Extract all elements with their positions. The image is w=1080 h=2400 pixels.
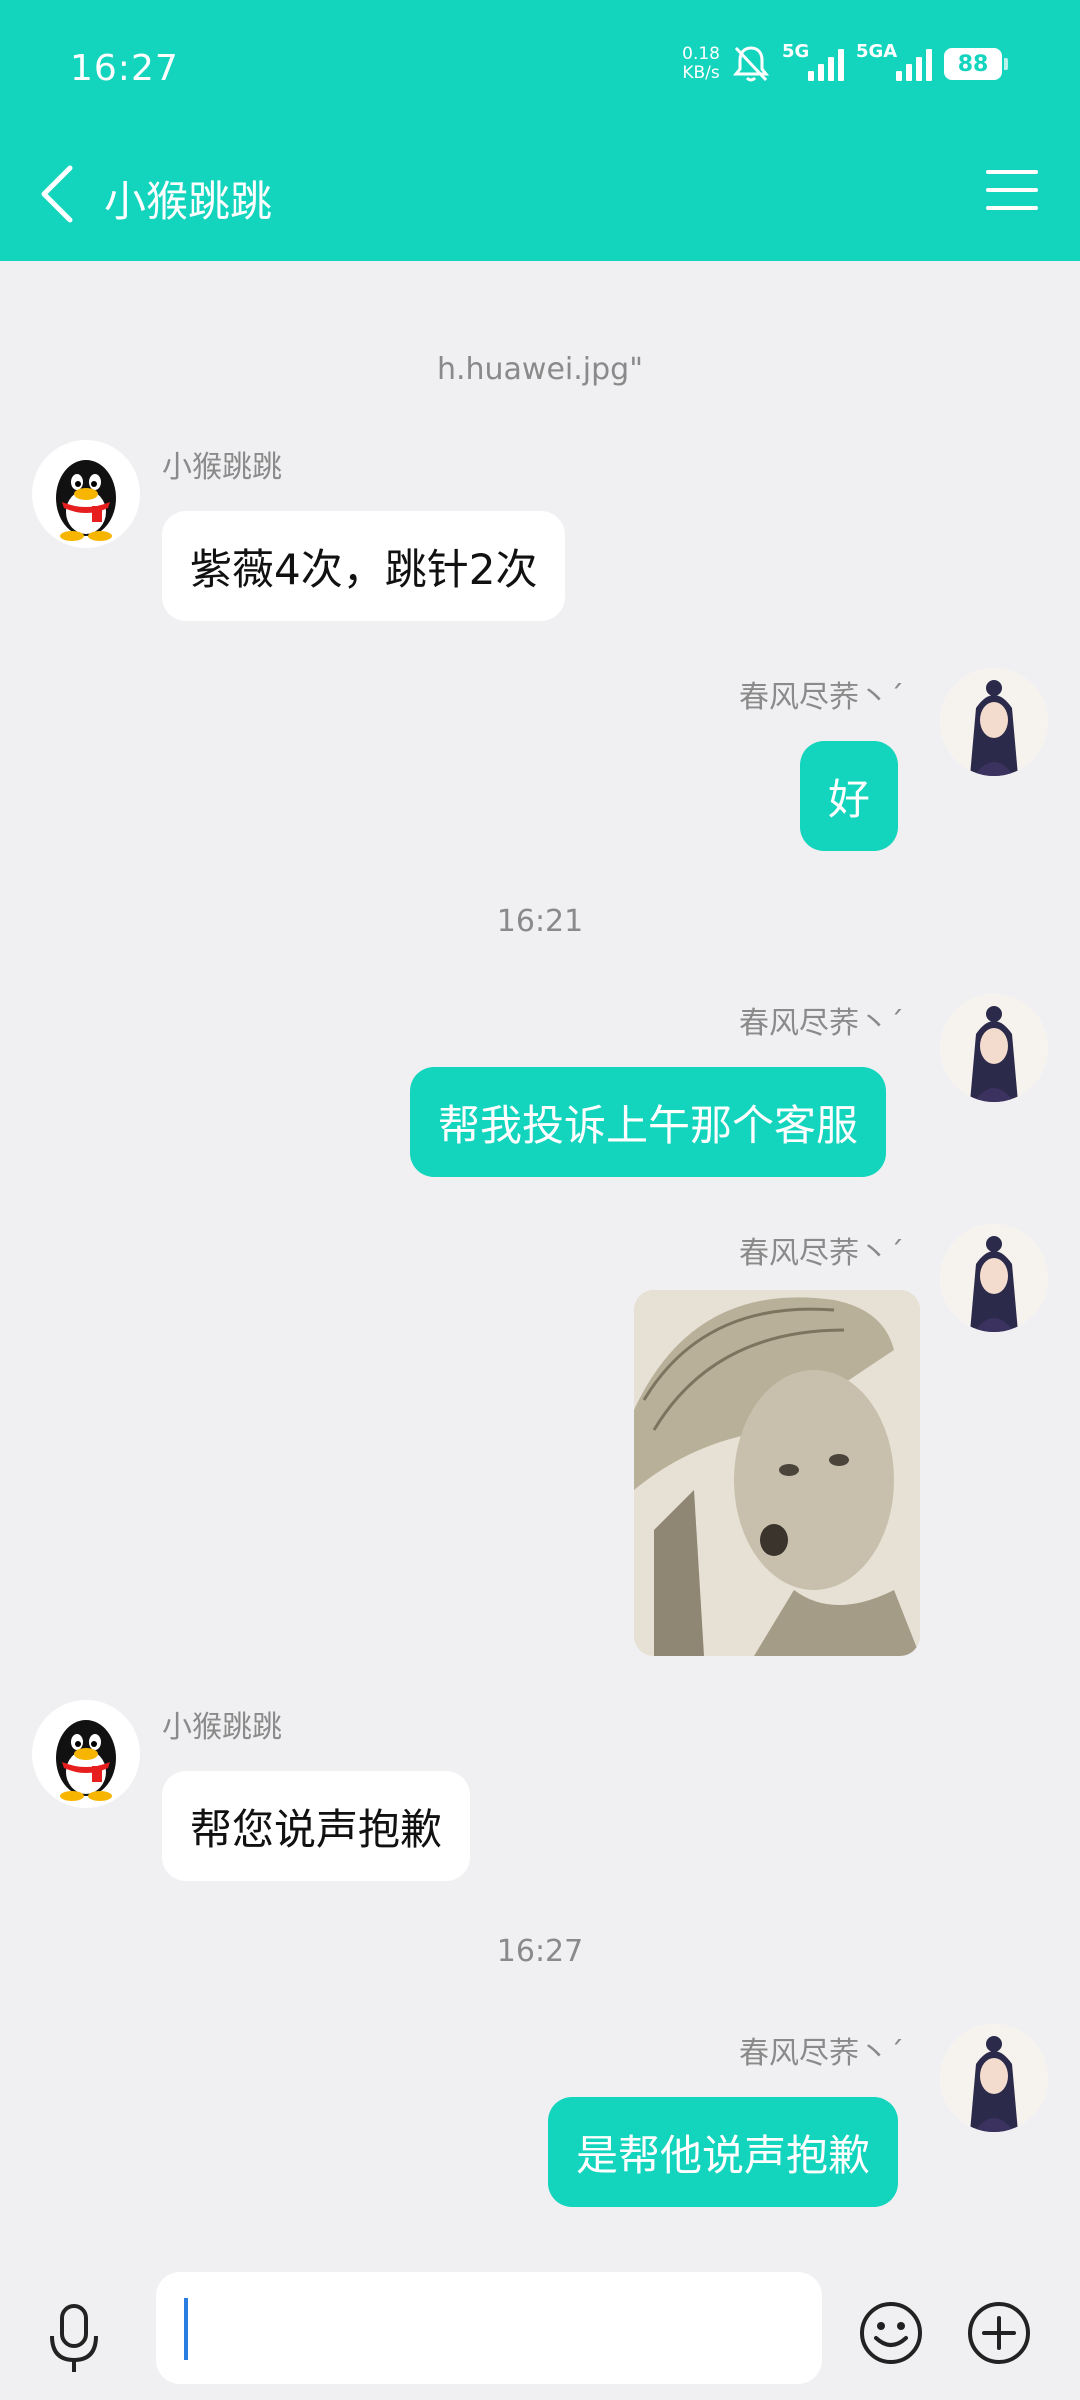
sender-name: 小猴跳跳	[162, 450, 282, 485]
avatar-user[interactable]	[940, 994, 1048, 1102]
avatar-qq-penguin[interactable]	[32, 1700, 140, 1808]
message-bubble[interactable]: 帮我投诉上午那个客服	[410, 1067, 887, 1177]
signal-5ga: 5GA	[856, 41, 932, 81]
sender-name: 春风尽荞丶´	[739, 1236, 904, 1271]
message-input[interactable]	[156, 2272, 822, 2384]
sender-name: 春风尽荞丶´	[739, 1006, 904, 1041]
message-bubble[interactable]: 好	[800, 741, 899, 851]
mute-icon	[732, 46, 770, 82]
avatar-qq-penguin[interactable]	[32, 440, 140, 548]
sender-name: 春风尽荞丶´	[739, 680, 904, 715]
avatar-user[interactable]	[940, 1224, 1048, 1332]
signal-5g: 5G	[782, 41, 844, 81]
back-icon[interactable]	[36, 162, 80, 226]
message-bubble[interactable]: 帮您说声抱歉	[162, 1771, 471, 1881]
sender-name: 春风尽荞丶´	[739, 2036, 904, 2071]
top-bar: 16:27 0.18 KB/s 5G 5GA 88 小猴跳跳	[0, 0, 1080, 261]
mic-icon[interactable]	[46, 2302, 102, 2374]
timestamp: 16:21	[496, 904, 584, 939]
chat-title: 小猴跳跳	[104, 177, 273, 226]
menu-icon[interactable]	[986, 170, 1038, 214]
plus-icon[interactable]	[966, 2300, 1032, 2366]
status-icons: 0.18 KB/s 5G 5GA 88	[682, 41, 1008, 84]
avatar-user[interactable]	[940, 668, 1048, 776]
message-bubble[interactable]: 紫薇4次，跳针2次	[162, 511, 566, 621]
battery-indicator: 88	[944, 48, 1008, 80]
system-notice: h.huawei.jpg"	[436, 352, 644, 387]
status-time: 16:27	[70, 48, 179, 89]
text-cursor	[184, 2298, 188, 2360]
timestamp: 16:27	[496, 1934, 584, 1969]
avatar-user[interactable]	[940, 2024, 1048, 2132]
message-bubble[interactable]: 是帮他说声抱歉	[548, 2097, 899, 2207]
sender-name: 小猴跳跳	[162, 1710, 282, 1745]
emoji-icon[interactable]	[858, 2300, 924, 2366]
net-speed: 0.18 KB/s	[682, 44, 720, 83]
image-message[interactable]	[634, 1290, 920, 1656]
